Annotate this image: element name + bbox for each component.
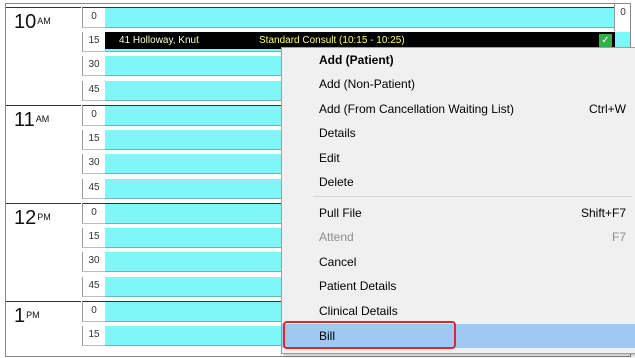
- hour-cell: [6, 179, 81, 199]
- menu-item-patient-details[interactable]: Patient Details: [282, 274, 635, 298]
- hour-label: 12PM: [14, 208, 51, 228]
- minute-label: 0: [82, 203, 105, 224]
- menu-item-label: Delete: [319, 175, 354, 189]
- hour-suffix: AM: [35, 114, 50, 124]
- appointment-slot-cell[interactable]: [105, 7, 630, 28]
- menu-item-clinical-details[interactable]: Clinical Details: [282, 299, 635, 323]
- hour-cell: [6, 228, 81, 248]
- hour-cell: [6, 277, 81, 297]
- hour-number: 12: [14, 207, 37, 229]
- menu-item-label: Add (Non-Patient): [319, 77, 416, 91]
- menu-item-shortcut: Shift+F7: [580, 206, 626, 220]
- menu-item-label: Pull File: [319, 206, 362, 220]
- hour-label: 10AM: [14, 12, 51, 32]
- minute-label: 45: [82, 277, 105, 297]
- menu-item-label: Details: [319, 126, 356, 140]
- time-slot[interactable]: 0: [6, 7, 630, 28]
- minute-label: 15: [82, 32, 105, 52]
- minute-label: 45: [82, 179, 105, 199]
- minute-label: 15: [82, 326, 105, 346]
- menu-item-shortcut: Ctrl+W: [589, 102, 626, 116]
- minute-label: 0: [82, 7, 105, 28]
- menu-item-add-non-patient[interactable]: Add (Non-Patient): [282, 72, 635, 96]
- menu-item-add-patient[interactable]: Add (Patient): [282, 48, 635, 72]
- hour-cell: [6, 326, 81, 346]
- check-icon: ✓: [599, 34, 612, 47]
- menu-item-edit[interactable]: Edit: [282, 146, 635, 170]
- hour-number: 10: [14, 11, 37, 33]
- menu-item-label: Add (From Cancellation Waiting List): [319, 102, 514, 116]
- menu-item-details[interactable]: Details: [282, 121, 635, 145]
- hour-suffix: AM: [37, 16, 51, 26]
- menu-item-attend: Attend F7: [282, 225, 635, 249]
- hour-suffix: PM: [37, 212, 51, 222]
- menu-item-pull-file[interactable]: Pull File Shift+F7: [282, 201, 635, 225]
- hour-number: 1: [14, 305, 26, 327]
- annotation-highlight: [283, 321, 456, 349]
- minute-label: 0: [82, 105, 105, 126]
- minute-label: 15: [82, 228, 105, 248]
- minute-label: 15: [82, 130, 105, 150]
- hour-cell: [6, 130, 81, 150]
- hour-number: 11: [14, 109, 35, 131]
- hour-label: 11AM: [14, 110, 49, 130]
- menu-item-label: Attend: [319, 230, 354, 244]
- context-menu: Add (Patient) Add (Non-Patient) Add (From …: [281, 47, 635, 354]
- menu-item-delete[interactable]: Delete: [282, 170, 635, 194]
- menu-separator: [313, 196, 632, 197]
- minute-label: 45: [82, 81, 105, 101]
- hour-cell: [6, 154, 81, 174]
- minute-label: 30: [82, 252, 105, 272]
- hour-cell: [6, 81, 81, 101]
- minute-label: 0: [82, 301, 105, 322]
- hour-label: 1PM: [14, 306, 40, 326]
- hour-cell: [6, 32, 81, 52]
- menu-item-add-from-cancellation-waiting-list[interactable]: Add (From Cancellation Waiting List) Ctrl…: [282, 97, 635, 121]
- minute-label: 30: [82, 154, 105, 174]
- secondary-column-minute: 0: [614, 4, 630, 31]
- menu-item-label: Patient Details: [319, 279, 397, 293]
- menu-item-cancel[interactable]: Cancel: [282, 250, 635, 274]
- menu-item-label: Edit: [319, 151, 340, 165]
- hour-suffix: PM: [26, 310, 40, 320]
- hour-cell: [6, 252, 81, 272]
- appointment-patient: 41 Holloway, Knut: [119, 35, 199, 46]
- hour-cell: [6, 56, 81, 76]
- menu-item-label: Clinical Details: [319, 304, 398, 318]
- menu-item-shortcut: F7: [611, 230, 626, 244]
- menu-item-label: Cancel: [319, 255, 357, 269]
- menu-item-label: Add (Patient): [319, 53, 394, 67]
- minute-label: 30: [82, 56, 105, 76]
